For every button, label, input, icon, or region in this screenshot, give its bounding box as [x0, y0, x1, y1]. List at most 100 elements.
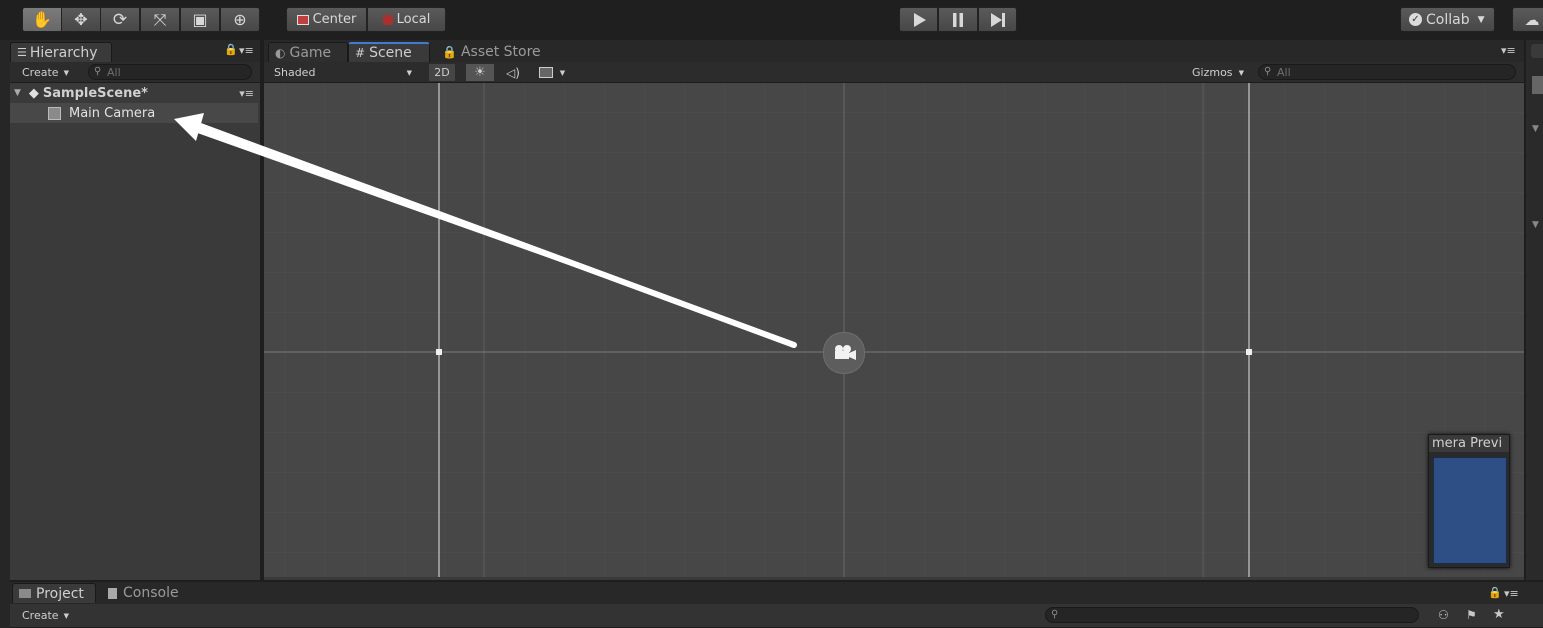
scene-search-input[interactable]: ⚲ All	[1258, 64, 1516, 80]
hand-tool-button[interactable]: ✋	[22, 7, 62, 32]
pause-icon	[953, 12, 963, 27]
dropdown-arrow-icon: ▼	[1238, 68, 1244, 77]
dropdown-arrow-icon: ▼	[559, 68, 566, 77]
console-tab-label: Console	[123, 585, 179, 601]
lighting-toggle[interactable]: ☀	[466, 64, 494, 81]
pivot-local-label: Local	[396, 12, 431, 27]
expand-arrow-icon[interactable]: ▼	[1532, 124, 1539, 134]
game-icon: ◐	[275, 45, 286, 60]
hand-tool-icon: ✋	[32, 10, 52, 29]
scale-tool-button[interactable]: ⤧	[140, 7, 180, 32]
project-toolbar: Create ▼ ⚲ ⚇ ⚑ ★	[10, 604, 1543, 628]
pivot-local-button[interactable]: Local	[367, 7, 446, 32]
inspector-tab-stub[interactable]	[1531, 44, 1543, 58]
pause-button[interactable]	[938, 7, 978, 32]
dropdown-arrow-icon: ▼	[63, 611, 69, 620]
scene-tabbar: ◐ Game # Scene 🔒 Asset Store ▾≡	[264, 40, 1524, 62]
shading-mode-label: Shaded	[274, 66, 316, 79]
search-placeholder: All	[1277, 65, 1291, 79]
tab-game[interactable]: ◐ Game	[268, 42, 348, 62]
collab-dropdown[interactable]: ✓ Collab ▼	[1400, 7, 1495, 32]
lock-icon[interactable]: 🔒	[1488, 586, 1502, 599]
inspector-edge: ▼ ▼	[1526, 40, 1543, 580]
list-item-label: Main Camera	[69, 105, 156, 121]
search-icon: ⚲	[1051, 609, 1059, 620]
cloud-icon: ☁	[1524, 10, 1540, 29]
transform-tool-icon: ⊕	[233, 10, 247, 29]
dropdown-arrow-icon: ▼	[406, 68, 412, 77]
hierarchy-tabbar: ☰ Hierarchy 🔒 ▾≡	[10, 40, 260, 62]
create-label: Create	[22, 609, 59, 622]
hierarchy-search-input[interactable]: ⚲ All	[88, 64, 252, 80]
transform-tool-button[interactable]: ⊕	[220, 7, 260, 32]
camera-preview: mera Previ	[1428, 434, 1510, 568]
unity-scene-icon: ◆	[28, 85, 39, 101]
shading-mode-dropdown[interactable]: Shaded ▼	[268, 64, 418, 81]
filter-by-type-icon[interactable]: ⚇	[1438, 608, 1449, 622]
tab-hierarchy[interactable]: ☰ Hierarchy	[10, 42, 112, 62]
console-icon	[108, 587, 117, 599]
tab-scene[interactable]: # Scene	[348, 42, 430, 62]
hierarchy-toolbar: Create ▼ ⚲ All	[10, 62, 260, 83]
video-camera-icon	[835, 345, 856, 360]
dropdown-arrow-icon: ▼	[63, 68, 69, 77]
filter-by-label-icon[interactable]: ⚑	[1466, 608, 1477, 622]
panel-menu-icon[interactable]: ▾≡	[239, 44, 254, 57]
scene-panel: ◐ Game # Scene 🔒 Asset Store ▾≡ Shaded ▼…	[264, 40, 1524, 580]
cloud-button[interactable]: ☁	[1512, 7, 1543, 32]
dropdown-arrow-icon: ▼	[1477, 14, 1485, 25]
list-item[interactable]: Main Camera	[10, 103, 258, 123]
store-bag-icon: 🔒	[442, 45, 457, 59]
rotate-tool-button[interactable]: ⟳	[100, 7, 140, 32]
hierarchy-panel: ☰ Hierarchy 🔒 ▾≡ Create ▼ ⚲ All ▼ ◆ Samp…	[10, 40, 260, 580]
gizmos-dropdown[interactable]: Gizmos ▼	[1186, 64, 1250, 81]
list-icon: ☰	[17, 46, 27, 59]
hierarchy-tab-label: Hierarchy	[29, 44, 98, 61]
play-button[interactable]	[899, 7, 938, 32]
move-tool-icon: ✥	[74, 10, 88, 29]
gizmos-label: Gizmos	[1192, 66, 1233, 79]
lock-icon[interactable]: 🔒	[224, 43, 238, 56]
folder-icon	[19, 589, 31, 598]
camera-preview-image	[1433, 457, 1507, 564]
effects-dropdown[interactable]: ▼	[532, 64, 572, 81]
scene-viewport[interactable]	[264, 83, 1524, 577]
pivot-center-button[interactable]: Center	[286, 7, 367, 32]
favorite-star-icon[interactable]: ★	[1493, 607, 1505, 622]
rect-tool-button[interactable]: ▣	[180, 7, 220, 32]
gameobject-cube-icon	[48, 106, 61, 120]
hierarchy-create-button[interactable]: Create ▼	[16, 64, 75, 81]
panel-menu-icon[interactable]: ▾≡	[1501, 44, 1516, 57]
camera-gizmo[interactable]	[823, 332, 865, 374]
tab-asset-store[interactable]: 🔒 Asset Store	[436, 42, 554, 62]
scene-name: SampleScene*	[42, 85, 148, 101]
rect-tool-icon: ▣	[192, 10, 208, 29]
project-create-button[interactable]: Create ▼	[16, 607, 75, 624]
expand-arrow-icon[interactable]: ▼	[14, 88, 21, 98]
panel-menu-icon[interactable]: ▾≡	[1504, 587, 1519, 600]
pivot-icon	[296, 14, 309, 25]
tab-project[interactable]: Project	[12, 583, 96, 603]
project-tab-label: Project	[36, 585, 84, 602]
main-toolbar: ✋ ✥ ⟳ ⤧ ▣ ⊕ Center Local ✓ Collab ▼ ☁	[0, 0, 1543, 40]
audio-toggle[interactable]: ◁)	[500, 64, 526, 81]
search-icon: ⚲	[1264, 66, 1272, 77]
project-search-input[interactable]: ⚲	[1045, 607, 1419, 623]
scene-root-row[interactable]: ▼ ◆ SampleScene* ▾≡	[10, 83, 260, 103]
scene-menu-icon[interactable]: ▾≡	[239, 87, 254, 100]
sun-icon: ☀	[474, 65, 486, 80]
expand-arrow-icon[interactable]: ▼	[1532, 220, 1539, 230]
checkmark-icon: ✓	[1409, 13, 1422, 26]
search-placeholder: All	[107, 65, 121, 79]
scene-tab-label: Scene	[369, 45, 412, 61]
2d-label: 2D	[434, 66, 450, 79]
step-button[interactable]	[978, 7, 1017, 32]
project-panel: Project Console 🔒 ▾≡ Create ▼ ⚲ ⚇ ⚑ ★	[10, 582, 1543, 628]
2d-toggle[interactable]: 2D	[429, 64, 455, 81]
create-label: Create	[22, 66, 59, 79]
left-edge	[0, 40, 10, 628]
move-tool-button[interactable]: ✥	[61, 7, 101, 32]
scene-grid	[264, 83, 1524, 577]
scale-tool-icon: ⤧	[153, 9, 167, 29]
tab-console[interactable]: Console	[102, 583, 192, 603]
